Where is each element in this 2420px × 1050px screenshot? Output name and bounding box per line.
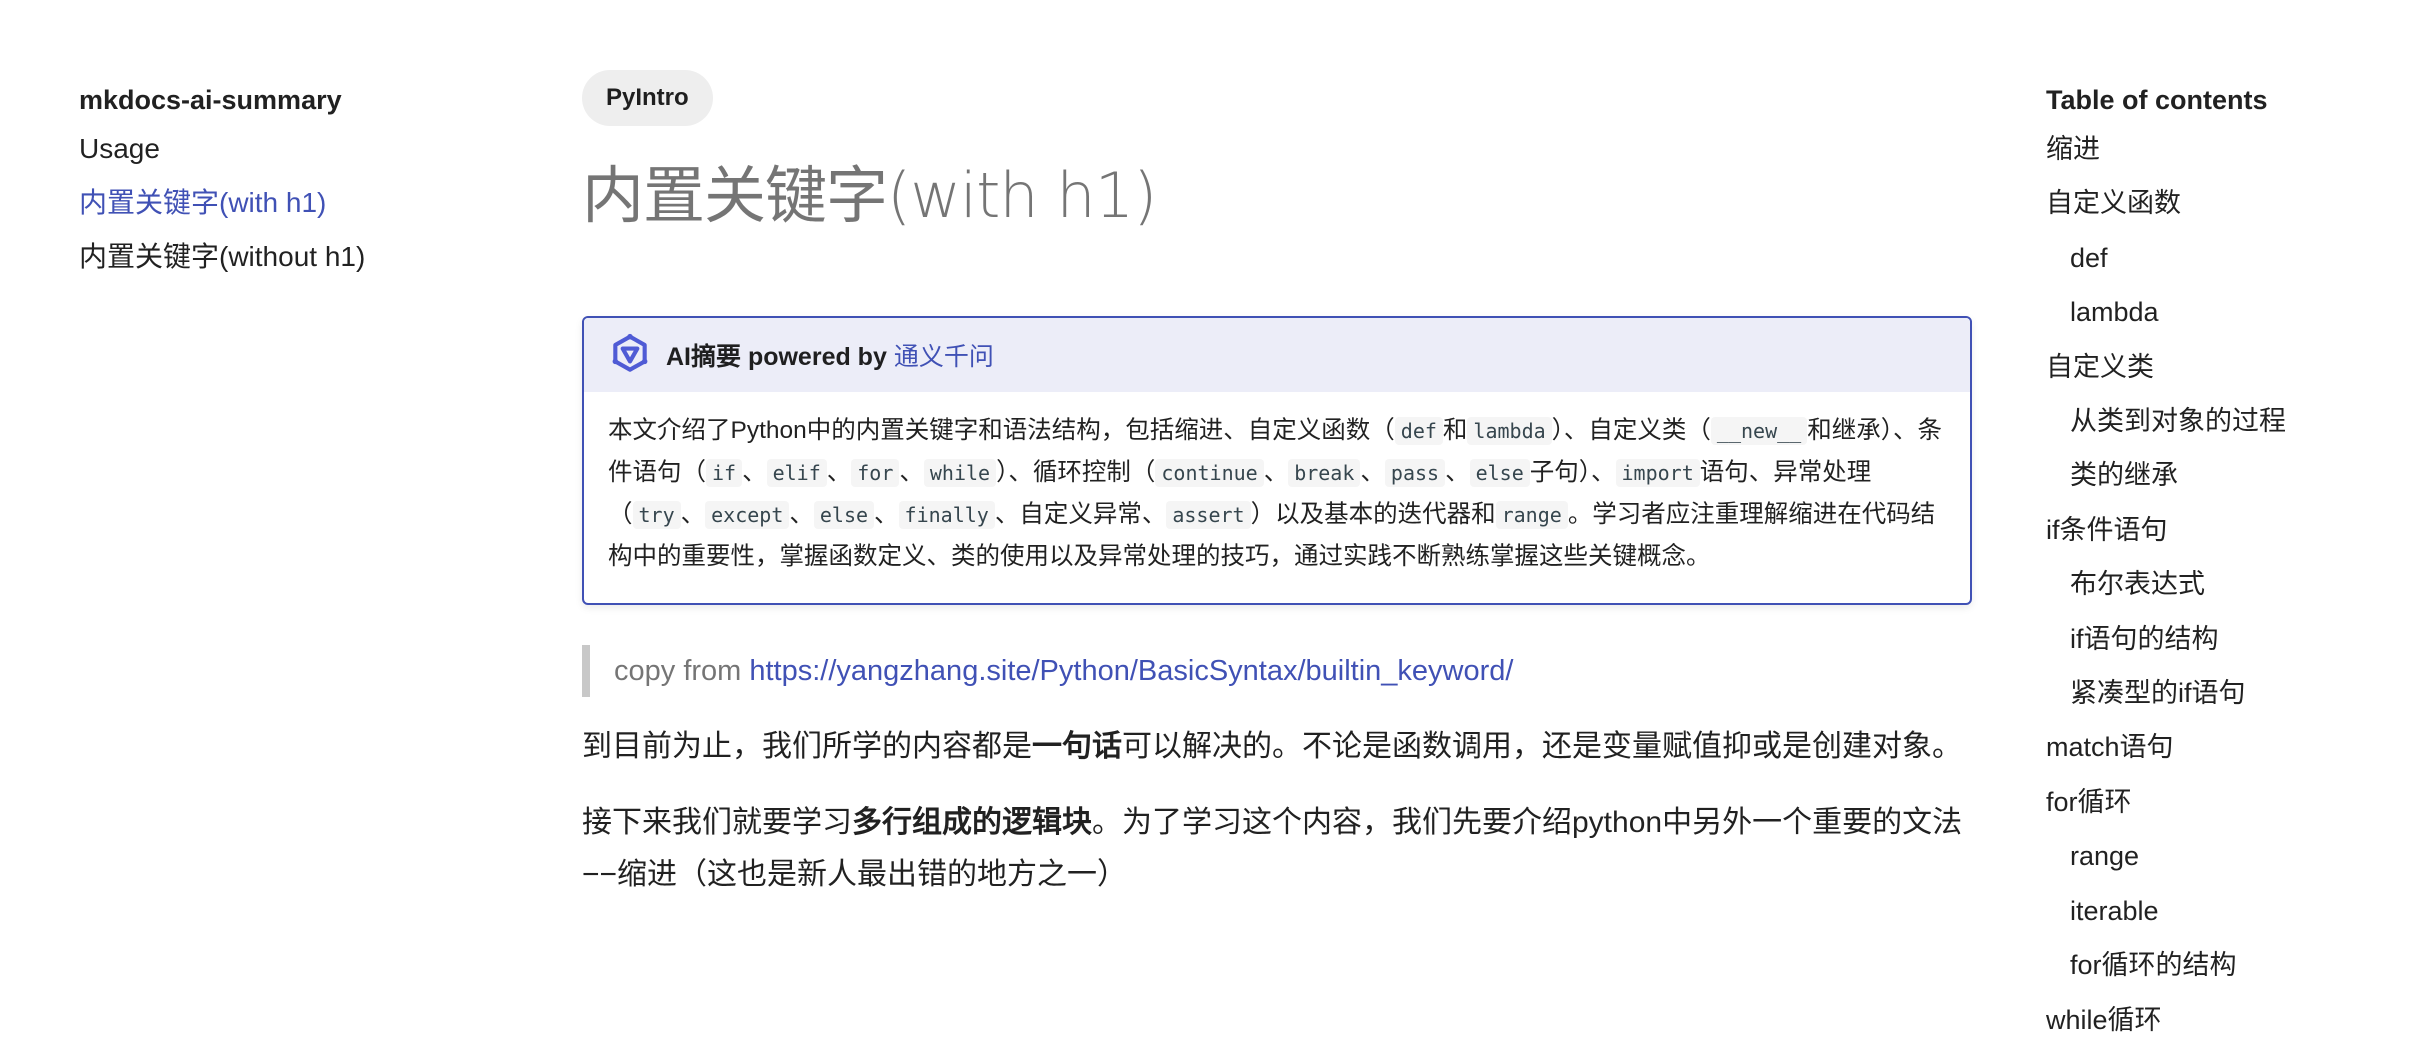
toc-item[interactable]: for循环的结构 — [2046, 938, 2406, 992]
toc-item[interactable]: 从类到对象的过程 — [2046, 394, 2406, 448]
code-while: while — [923, 459, 997, 487]
code-assert: assert — [1166, 501, 1251, 529]
toc-item[interactable]: 缩进 — [2046, 122, 2406, 176]
site-title[interactable]: mkdocs-ai-summary — [79, 78, 499, 122]
toc-item[interactable]: 紧凑型的if语句 — [2046, 666, 2406, 720]
code-pass: pass — [1384, 459, 1446, 487]
toc-item[interactable]: lambda — [2046, 285, 2406, 339]
toc-item[interactable]: if语句的结构 — [2046, 612, 2406, 666]
code-except: except — [705, 501, 790, 529]
toc-item[interactable]: match语句 — [2046, 720, 2406, 774]
code-else: else — [813, 501, 875, 529]
code-try: try — [632, 501, 681, 529]
ai-summary-text: 本文介绍了Python中的内置关键字和语法结构，包括缩进、自定义函数（ def 和 l… — [608, 417, 1942, 570]
code-for: for — [851, 459, 900, 487]
toc-item[interactable]: def — [2046, 231, 2406, 285]
page-title: 内置关键字(with h1) — [582, 159, 1157, 232]
toc-item[interactable]: while循环 — [2046, 993, 2406, 1047]
nav-item-usage[interactable]: Usage — [79, 122, 499, 176]
ai-summary-box: AI摘要 powered by 通义千问 本文介绍了Python中的内置关键字和… — [582, 316, 1972, 605]
toc-item[interactable]: range — [2046, 829, 2406, 883]
source-link[interactable]: https://yangzhang.site/Python/BasicSynta… — [749, 655, 1513, 687]
toc-item[interactable]: 自定义函数 — [2046, 176, 2406, 230]
toc-item[interactable]: 类的继承 — [2046, 448, 2406, 502]
tongyi-logo-icon — [612, 333, 648, 372]
table-of-contents: Table of contents 缩进 自定义函数 def lambda 自定… — [2046, 78, 2406, 1047]
code-else: else — [1469, 459, 1530, 487]
toc-item[interactable]: for循环 — [2046, 775, 2406, 829]
code-finally: finally — [898, 501, 995, 529]
code-break: break — [1288, 459, 1361, 487]
code-range: range — [1495, 501, 1568, 529]
code-lambda: lambda — [1467, 417, 1552, 445]
toc-title: Table of contents — [2046, 85, 2268, 115]
code-elif: elif — [766, 459, 827, 487]
code-new: __new__ — [1710, 417, 1808, 445]
code-def: def — [1394, 417, 1443, 445]
toc-item[interactable]: iterable — [2046, 884, 2406, 938]
toc-item[interactable]: if条件语句 — [2046, 503, 2406, 557]
code-if: if — [706, 459, 743, 487]
source-quote: copy from https://yangzhang.site/Python/… — [582, 645, 1972, 697]
code-import: import — [1615, 459, 1700, 487]
nav-item-builtin-keyword-without-h1[interactable]: 内置关键字(without h1) — [79, 230, 499, 284]
paragraph: 到目前为止，我们所学的内容都是一句话可以解决的。不论是函数调用，还是变量赋值抑或… — [582, 730, 1962, 763]
ai-summary-title: AI摘要 powered by — [666, 343, 887, 371]
toc-item[interactable]: 自定义类 — [2046, 340, 2406, 394]
ai-summary-header: AI摘要 powered by 通义千问 — [584, 318, 1970, 392]
tongyi-link[interactable]: 通义千问 — [894, 337, 994, 373]
paragraph: 接下来我们就要学习多行组成的逻辑块。为了学习这个内容，我们先要介绍python中… — [582, 806, 1963, 891]
primary-sidebar: mkdocs-ai-summary Usage 内置关键字(with h1) 内… — [79, 78, 499, 284]
nav-item-builtin-keyword-with-h1[interactable]: 内置关键字(with h1) — [79, 176, 499, 230]
toc-item[interactable]: 布尔表达式 — [2046, 557, 2406, 611]
code-continue: continue — [1155, 459, 1264, 487]
main-content: PyIntro 内置关键字(with h1) AI摘要 powered by 通… — [582, 70, 1972, 901]
page-tag[interactable]: PyIntro — [582, 70, 713, 126]
